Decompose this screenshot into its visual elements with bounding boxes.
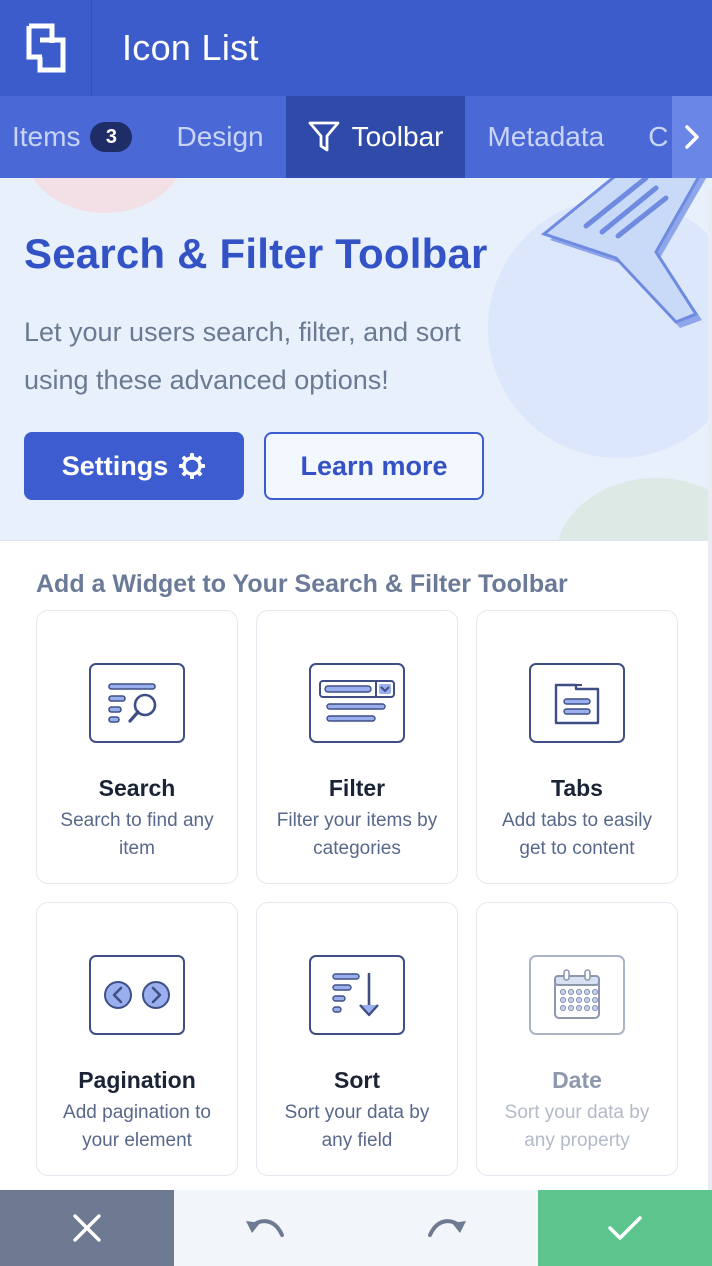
tab-metadata[interactable]: Metadata	[465, 96, 626, 178]
undo-icon	[246, 1219, 284, 1237]
widget-card-date: Date Sort your data by any property	[476, 902, 678, 1176]
redo-icon	[428, 1219, 466, 1237]
redo-button[interactable]	[356, 1190, 538, 1266]
hero-description: Let your users search, filter, and sort …	[24, 317, 461, 395]
learn-more-button[interactable]: Learn more	[264, 432, 484, 500]
widget-description: Add tabs to easily get to content	[502, 810, 652, 859]
widgets-section-title: Add a Widget to Your Search & Filter Too…	[36, 570, 568, 598]
tab-design[interactable]: Design	[154, 96, 285, 178]
widget-title: Pagination	[78, 1067, 196, 1093]
tab-bar: Items 3 Design Toolbar Metadata C	[0, 96, 712, 178]
settings-button-label: Settings	[61, 450, 169, 481]
items-count-badge: 3	[90, 122, 133, 152]
widget-description: Sort your data by any field	[284, 1102, 430, 1151]
close-icon	[73, 1214, 101, 1242]
sort-widget-icon	[309, 955, 405, 1035]
widget-description: Filter your items by categories	[276, 810, 438, 859]
bottom-action-bar	[0, 1190, 712, 1266]
widget-card-tabs[interactable]: Tabs Add tabs to easily get to content	[476, 610, 678, 884]
widget-title: Tabs	[551, 775, 603, 801]
filter-widget-icon	[309, 663, 405, 743]
pagination-widget-icon	[89, 955, 185, 1035]
confirm-button[interactable]	[538, 1190, 712, 1266]
widget-description: Add pagination to your element	[63, 1102, 211, 1151]
widget-description: Search to find any item	[60, 810, 214, 859]
scrollbar-track[interactable]	[708, 190, 712, 1190]
check-icon	[608, 1216, 642, 1240]
gear-icon	[179, 453, 206, 479]
widget-card-search[interactable]: Search Search to find any item	[36, 610, 238, 884]
undo-button[interactable]	[174, 1190, 356, 1266]
page-title: Icon List	[122, 27, 259, 68]
tabs-scroll-right-button[interactable]	[672, 96, 712, 178]
logo-icon	[26, 23, 65, 73]
tab-items[interactable]: Items 3	[0, 96, 154, 178]
decor-blob	[556, 478, 712, 540]
widget-card-filter[interactable]: Filter Filter your items by categories	[256, 610, 458, 884]
tab-metadata-label: Metadata	[487, 121, 605, 152]
search-widget-icon	[89, 663, 185, 743]
widget-title: Search	[98, 775, 176, 801]
funnel-icon	[308, 120, 340, 154]
app-header: Icon List	[0, 0, 712, 96]
funnel-illustration-icon	[540, 178, 707, 328]
widget-card-sort[interactable]: Sort Sort your data by any field	[256, 902, 458, 1176]
chevron-right-icon	[685, 125, 699, 149]
tab-toolbar-label: Toolbar	[351, 121, 444, 152]
tab-partial-label: C	[648, 121, 669, 152]
widget-description: Sort your data by any property	[504, 1102, 650, 1151]
tab-design-label: Design	[176, 121, 264, 152]
tab-items-label: Items	[12, 121, 81, 152]
cancel-button[interactable]	[0, 1190, 174, 1266]
calendar-widget-icon	[529, 955, 625, 1035]
tabs-widget-icon	[529, 663, 625, 743]
widget-card-pagination[interactable]: Pagination Add pagination to your elemen…	[36, 902, 238, 1176]
widget-title: Date	[552, 1067, 602, 1093]
toolbar-hero: Search & Filter Toolbar Let your users s…	[0, 178, 712, 541]
hero-title: Search & Filter Toolbar	[24, 230, 488, 277]
settings-button[interactable]: Settings	[24, 432, 244, 500]
decor-blob	[25, 178, 185, 213]
tab-toolbar[interactable]: Toolbar	[285, 96, 466, 178]
logo	[0, 0, 92, 96]
widget-title: Sort	[334, 1067, 380, 1093]
widget-title: Filter	[328, 775, 386, 801]
